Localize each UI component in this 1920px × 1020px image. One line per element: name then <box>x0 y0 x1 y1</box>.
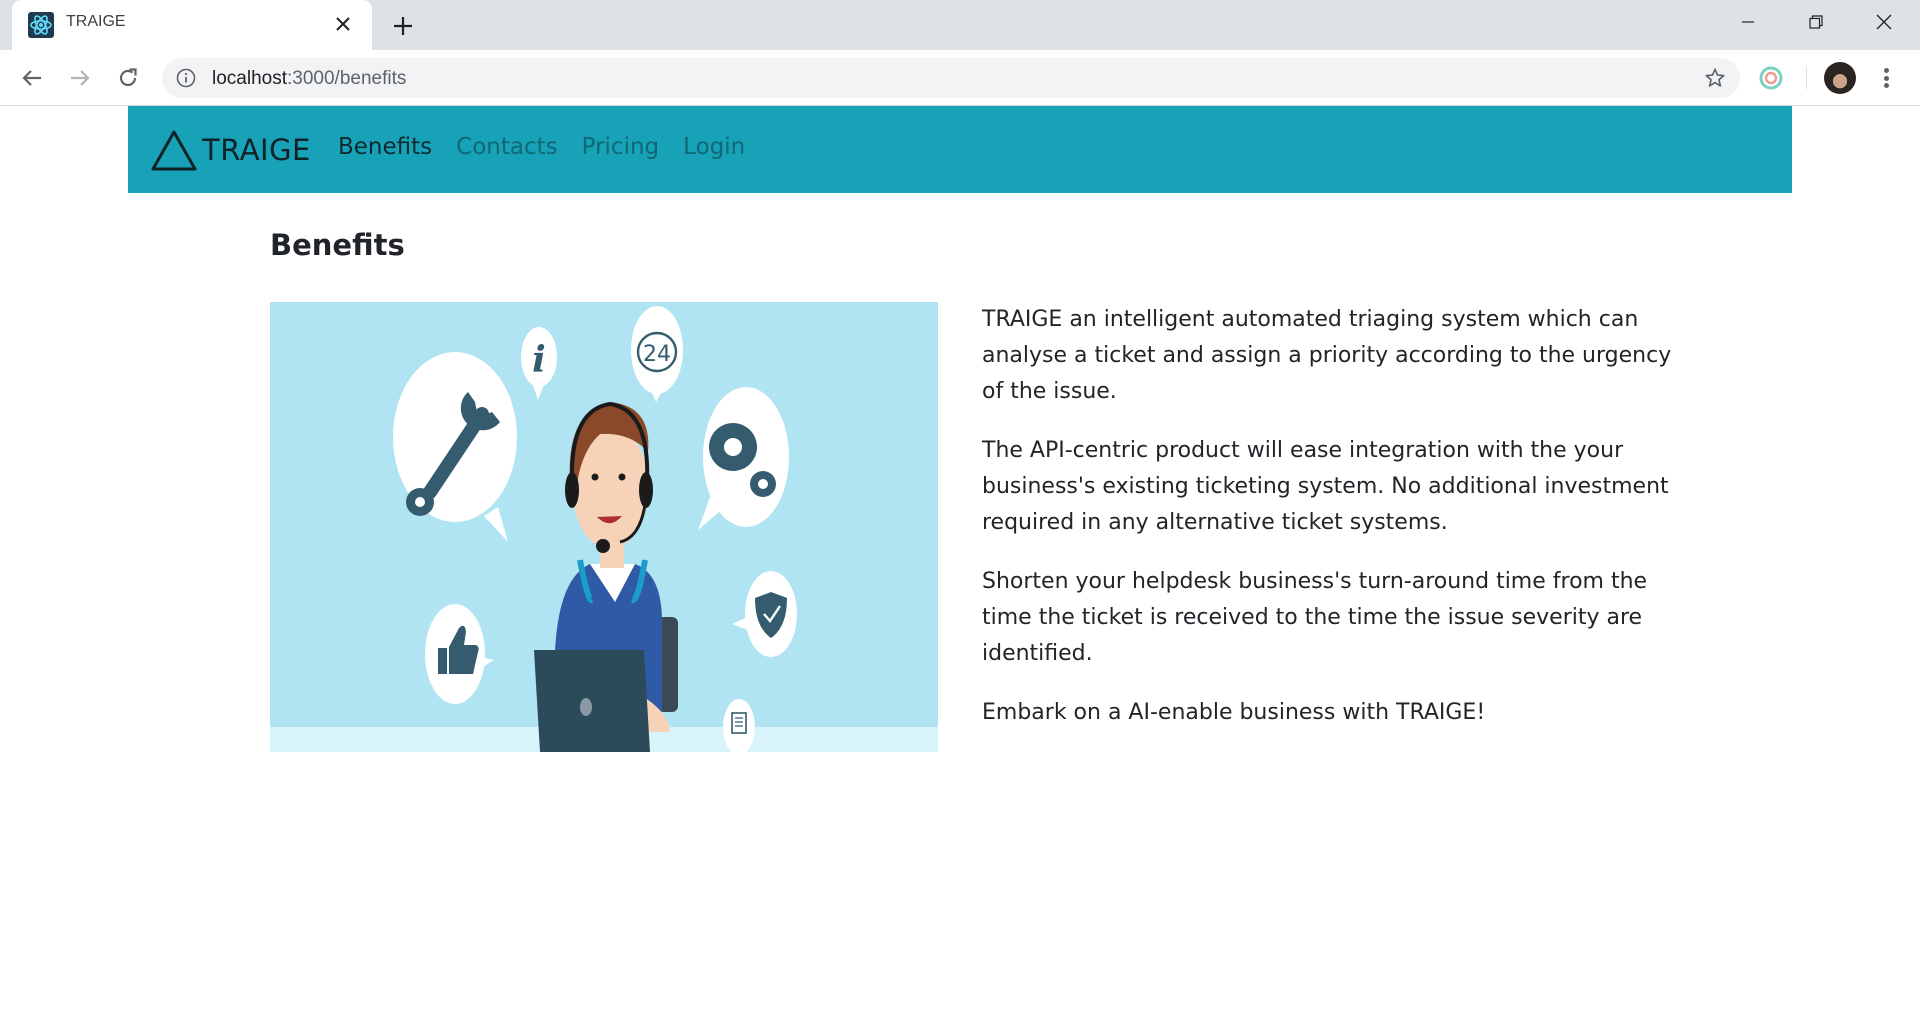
toolbar-divider <box>1806 67 1807 89</box>
extension-ring-icon[interactable] <box>1758 65 1784 91</box>
kebab-menu-icon[interactable] <box>1874 64 1898 92</box>
benefit-paragraph: The API-centric product will ease integr… <box>982 438 1669 535</box>
restore-button[interactable] <box>1782 0 1850 44</box>
browser-tab[interactable]: TRAIGE <box>12 0 372 51</box>
gears-icon <box>698 387 789 530</box>
minimize-button[interactable] <box>1714 0 1782 44</box>
back-button[interactable] <box>14 60 50 96</box>
wrench-icon <box>393 352 517 542</box>
triangle-logo-icon <box>151 130 197 171</box>
benefits-copy: TRAIGE an intelligent automated triaging… <box>982 302 1672 754</box>
minimize-icon <box>1742 21 1754 23</box>
svg-text:i: i <box>532 339 546 381</box>
plus-icon <box>394 17 412 35</box>
brand-link[interactable]: TRAIGE <box>150 128 311 172</box>
nav-link-pricing[interactable]: Pricing <box>582 134 660 160</box>
24-hour-icon: 24 <box>631 306 683 402</box>
thumbs-up-icon <box>425 604 494 704</box>
arrow-left-icon <box>22 70 41 86</box>
nav-link-contacts[interactable]: Contacts <box>456 134 557 160</box>
reload-icon <box>119 68 137 87</box>
brand-name: TRAIGE <box>202 133 311 167</box>
page-title: Benefits <box>270 228 405 262</box>
url-text: localhost:3000/benefits <box>212 68 406 90</box>
new-tab-button[interactable] <box>388 11 418 41</box>
svg-text:24: 24 <box>643 342 671 367</box>
react-atom-icon <box>28 12 54 38</box>
tab-strip: TRAIGE <box>0 0 1920 51</box>
benefit-paragraph: TRAIGE an intelligent automated triaging… <box>982 307 1672 404</box>
nav-link-login[interactable]: Login <box>683 134 745 160</box>
site-navbar: TRAIGE Benefits Contacts Pricing Login <box>128 106 1792 193</box>
close-tab-button[interactable] <box>330 11 356 37</box>
close-icon <box>1876 14 1892 30</box>
nav-link-benefits[interactable]: Benefits <box>338 134 432 160</box>
tab-title: TRAIGE <box>66 13 126 30</box>
profile-avatar[interactable] <box>1824 62 1856 94</box>
helpdesk-agent-illustration: i 24 <box>270 302 938 752</box>
info-icon[interactable] <box>176 68 196 88</box>
document-icon <box>723 699 755 752</box>
arrow-right-icon <box>71 70 90 86</box>
info-bubble-icon: i <box>521 327 557 400</box>
browser-toolbar: localhost:3000/benefits <box>0 50 1920 106</box>
restore-icon <box>1809 15 1823 29</box>
star-icon[interactable] <box>1704 67 1726 89</box>
benefit-paragraph: Shorten your helpdesk business's turn-ar… <box>982 569 1648 666</box>
reload-button[interactable] <box>110 60 146 96</box>
close-icon <box>336 17 350 31</box>
benefit-paragraph: Embark on a AI-enable business with TRAI… <box>982 700 1486 725</box>
nav-links: Benefits Contacts Pricing Login <box>338 134 745 160</box>
shield-icon <box>732 571 797 657</box>
url-path: :3000/benefits <box>287 68 407 89</box>
url-host: localhost <box>212 68 287 89</box>
helpdesk-agent-figure <box>534 401 678 752</box>
address-bar[interactable]: localhost:3000/benefits <box>162 58 1740 98</box>
close-window-button[interactable] <box>1850 0 1918 44</box>
forward-button[interactable] <box>62 60 98 96</box>
